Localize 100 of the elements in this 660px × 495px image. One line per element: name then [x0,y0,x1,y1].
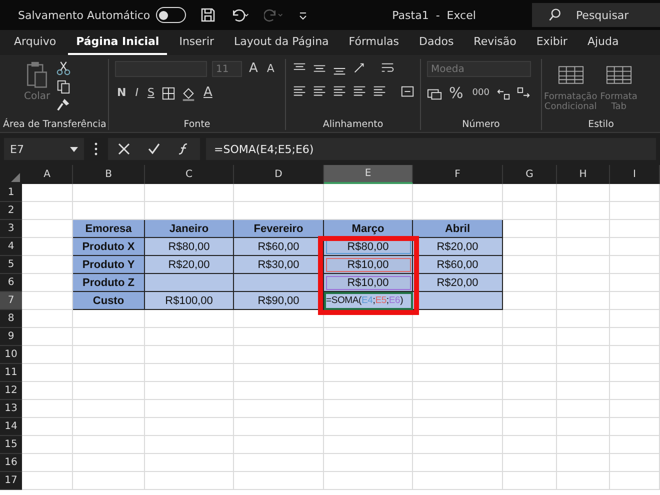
autosave-label: Salvamento Automático [18,8,150,22]
scissors-icon[interactable] [56,61,72,76]
spreadsheet-cell [503,292,557,310]
merge-cells-icon[interactable] [400,84,415,99]
copy-icon[interactable] [56,79,72,94]
row-header[interactable]: 1 [0,184,22,202]
redo-icon[interactable] [264,7,284,23]
column-header[interactable]: B [73,165,145,184]
spreadsheet-cell [610,274,660,292]
row-label-cell: Produto Y [73,256,145,274]
select-all-icon[interactable] [11,173,20,182]
ribbon-tab[interactable]: Ajuda [579,30,627,55]
spreadsheet-cell [73,184,145,202]
row-header[interactable]: 17 [0,472,22,490]
checkmark-icon[interactable] [148,143,160,155]
decimal-decrease-icon[interactable] [516,86,532,100]
table-cell: R$60,00 [234,238,324,256]
cancel-icon[interactable] [118,143,130,155]
spreadsheet-cell [22,202,73,220]
name-box[interactable]: E7 [4,138,84,160]
text-style-button[interactable]: N [115,85,128,101]
spreadsheet-cell [503,220,557,238]
column-header[interactable]: F [413,165,503,184]
table-cell: R$20,00 [413,238,503,256]
spreadsheet-cell [610,454,660,472]
ribbon-tab[interactable]: Layout da Página [226,30,337,55]
text-style-button[interactable]: S [145,85,156,101]
ribbon-tab[interactable]: Inserir [171,30,222,55]
row-header[interactable]: 10 [0,346,22,364]
row-header[interactable]: 14 [0,418,22,436]
column-header[interactable]: E [324,165,413,184]
column-header[interactable]: I [610,165,660,184]
row-header[interactable]: 11 [0,364,22,382]
row-header[interactable]: 9 [0,328,22,346]
thousands-button[interactable]: 000 [470,85,492,101]
more-icon[interactable] [94,142,98,156]
ribbon-tab[interactable]: Fórmulas [340,30,408,55]
column-header[interactable]: A [22,165,73,184]
row-header[interactable]: 3 [0,220,22,238]
row-header[interactable]: 16 [0,454,22,472]
autosave-toggle[interactable] [156,7,186,23]
save-icon[interactable] [200,7,216,23]
group-label: Área de Transferência [2,119,108,130]
spreadsheet-cell [557,454,610,472]
spreadsheet-cell [610,220,660,238]
row-header[interactable]: 8 [0,310,22,328]
group-label: Número [461,119,501,130]
shrink-font-button[interactable]: A [264,61,276,77]
column-header[interactable]: C [145,165,234,184]
paintbrush-icon[interactable] [56,97,72,112]
window-title: Pasta1 - Excel [392,8,476,22]
spreadsheet-cell [557,346,610,364]
ribbon-tab[interactable]: Exibir [528,30,576,55]
spreadsheet-cell [557,238,610,256]
spreadsheet-cell [503,202,557,220]
row-header[interactable]: 5 [0,256,22,274]
column-header[interactable]: H [557,165,610,184]
spreadsheet-cell [610,436,660,454]
ribbon-tab[interactable]: Revisão [466,30,524,55]
spreadsheet-cell [503,184,557,202]
ribbon-tab[interactable]: Arquivo [6,30,64,55]
row-header[interactable]: 15 [0,436,22,454]
table-cell: R$20,00 [145,256,234,274]
grow-font-button[interactable]: A [247,61,260,77]
column-header[interactable]: G [503,165,557,184]
undo-icon[interactable] [230,7,250,23]
row-header[interactable]: 2 [0,202,22,220]
spreadsheet-cell [503,472,557,490]
search-field[interactable]: Pesquisar [532,3,660,27]
formula-field[interactable]: =SOMA(E4;E5;E6) [206,138,656,160]
row-label-cell: Produto Z [73,274,145,292]
spreadsheet-cell [610,238,660,256]
spreadsheet-cell [503,256,557,274]
spreadsheet-cell [503,418,557,436]
ribbon-tab[interactable]: Dados [411,30,462,55]
editing-cell[interactable]: =SOMA(E4;E5;E6) [324,292,413,310]
fill-color-icon[interactable] [181,86,196,100]
table-header-cell: Janeiro [145,220,234,238]
row-header[interactable]: 13 [0,400,22,418]
spreadsheet-cell [557,418,610,436]
spreadsheet-cell [22,328,73,346]
spreadsheet-cell [557,220,610,238]
table-header-cell: Emoresa [73,220,145,238]
spreadsheet-cell [22,454,73,472]
table-cell: R$90,00 [234,292,324,310]
percent-button[interactable]: % [447,85,466,101]
table-cell: R$60,00 [413,256,503,274]
column-header[interactable]: D [234,165,324,184]
spreadsheet-cell [557,274,610,292]
row-header[interactable]: 12 [0,382,22,400]
row-header[interactable]: 7 [0,292,22,310]
font-color-button[interactable]: A [201,85,214,101]
row-header[interactable]: 4 [0,238,22,256]
table-cell: R$20,00 [413,274,503,292]
function-icon[interactable] [178,143,190,155]
row-header[interactable]: 6 [0,274,22,292]
spreadsheet-cell [610,328,660,346]
borders-icon[interactable] [161,86,176,100]
text-style-button[interactable]: I [133,85,140,101]
row-label-cell: Produto X [73,238,145,256]
